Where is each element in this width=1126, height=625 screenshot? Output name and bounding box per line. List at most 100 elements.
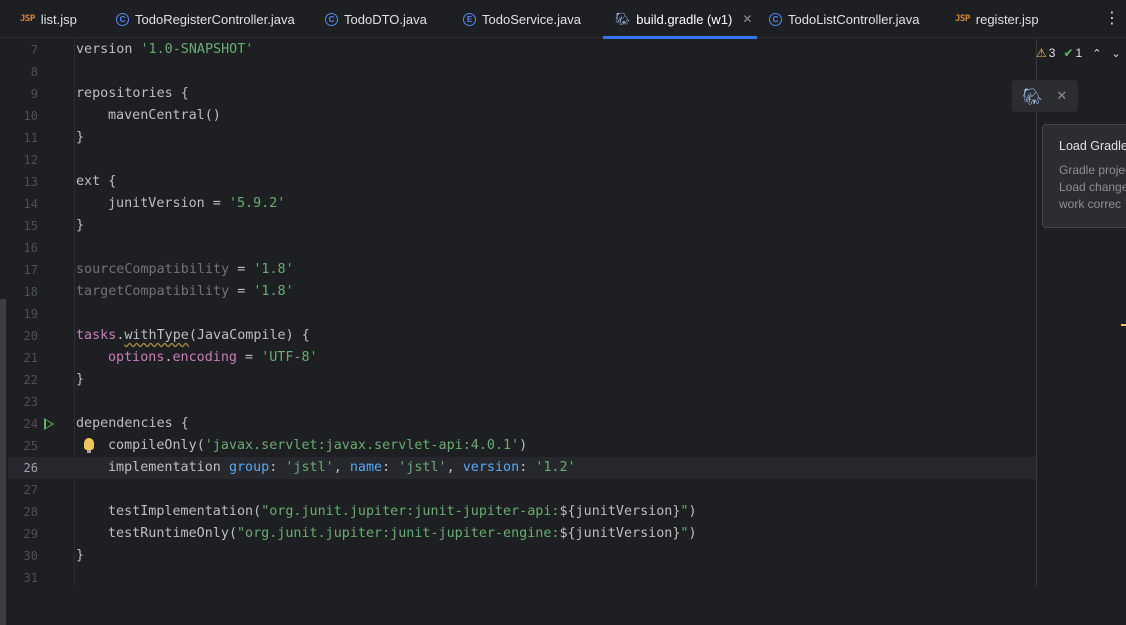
- gradle-reload-icon[interactable]: 🐘︎: [1022, 87, 1042, 106]
- tooltip-line: Gradle projec: [1059, 163, 1126, 177]
- code-line[interactable]: tasks.withType(JavaCompile) {: [76, 325, 310, 347]
- code-line[interactable]: mavenCentral(): [108, 105, 221, 127]
- warning-count: 3: [1048, 46, 1056, 60]
- code-token: options: [108, 350, 165, 365]
- code-token: tasks: [76, 328, 117, 343]
- code-line[interactable]: testRuntimeOnly("org.junit.jupiter:junit…: [108, 523, 697, 545]
- tooltip-title: Load Gradle: [1059, 139, 1126, 153]
- code-token: dependencies {: [76, 416, 189, 431]
- code-token: ): [688, 504, 697, 519]
- code-token: =: [229, 284, 254, 299]
- inspection-widget[interactable]: ⚠ 3 ✔ 1 ⌃ ⌄: [1036, 44, 1121, 62]
- code-token: (: [253, 504, 262, 519]
- code-token: (: [196, 438, 205, 453]
- more-tabs-icon[interactable]: ⋮: [1104, 8, 1120, 27]
- code-line[interactable]: }: [76, 127, 84, 149]
- code-line[interactable]: sourceCompatibility = '1.8': [76, 259, 294, 281]
- code-line[interactable]: compileOnly('javax.servlet:javax.servlet…: [108, 435, 527, 457]
- code-token: (JavaCompile) {: [188, 328, 310, 343]
- code-token: }: [76, 130, 85, 145]
- run-icon[interactable]: [44, 418, 54, 430]
- code-token: 'jstl': [285, 460, 334, 475]
- line-number[interactable]: 7: [0, 39, 38, 61]
- line-number[interactable]: 14: [0, 193, 38, 215]
- code-line[interactable]: }: [76, 215, 84, 237]
- code-token: =: [237, 350, 262, 365]
- code-token: }: [76, 548, 85, 563]
- line-number[interactable]: 29: [0, 523, 38, 545]
- code-line[interactable]: dependencies {: [76, 413, 189, 435]
- code-token: mavenCentral(): [108, 108, 221, 123]
- tab-build-gradle[interactable]: 🐘︎ build.gradle (w1) ✕: [603, 0, 757, 39]
- jsp-file-icon: JSP: [955, 14, 970, 24]
- code-line[interactable]: ext {: [76, 171, 116, 193]
- line-number[interactable]: 22: [0, 369, 38, 391]
- line-number[interactable]: 16: [0, 237, 38, 259]
- tab-todo-service[interactable]: E TodoService.java: [463, 0, 581, 38]
- code-token: ,: [333, 460, 350, 475]
- code-line[interactable]: implementation group: 'jstl', name: 'jst…: [108, 457, 576, 479]
- line-number[interactable]: 17: [0, 259, 38, 281]
- code-token: }: [76, 372, 85, 387]
- code-line[interactable]: junitVersion = '5.9.2': [108, 193, 285, 215]
- code-token: group: [228, 460, 270, 475]
- line-number[interactable]: 21: [0, 347, 38, 369]
- line-number[interactable]: 11: [0, 127, 38, 149]
- lightbulb-icon[interactable]: [84, 438, 94, 453]
- code-token: ${junitVersion}: [559, 526, 681, 541]
- code-line[interactable]: testImplementation("org.junit.jupiter:ju…: [108, 501, 697, 523]
- code-token: ): [688, 526, 697, 541]
- code-token: 'jstl': [398, 460, 447, 475]
- code-token: repositories {: [76, 86, 189, 101]
- jsp-file-icon: JSP: [20, 14, 35, 24]
- line-number[interactable]: 28: [0, 501, 38, 523]
- code-token: '1.8': [253, 284, 294, 299]
- close-tab-icon[interactable]: ✕: [742, 12, 752, 26]
- line-number[interactable]: 9: [0, 83, 38, 105]
- line-number[interactable]: 27: [0, 479, 38, 501]
- line-number[interactable]: 24: [0, 413, 38, 435]
- tab-label: TodoDTO.java: [344, 11, 427, 27]
- tab-todo-list-controller[interactable]: C TodoListController.java: [769, 0, 920, 38]
- line-number[interactable]: 25: [0, 435, 38, 457]
- tab-list-jsp[interactable]: JSP list.jsp: [20, 0, 77, 38]
- chevron-down-icon[interactable]: ⌄: [1111, 47, 1120, 60]
- line-number[interactable]: 23: [0, 391, 38, 413]
- close-icon[interactable]: ✕: [1056, 89, 1067, 104]
- class-icon: C: [325, 12, 338, 26]
- line-number[interactable]: 19: [0, 303, 38, 325]
- code-line[interactable]: options.encoding = 'UTF-8': [108, 347, 318, 369]
- tab-todo-dto[interactable]: C TodoDTO.java: [325, 0, 427, 38]
- line-number[interactable]: 30: [0, 545, 38, 567]
- scrollbar-warning-marker[interactable]: [1121, 324, 1126, 326]
- line-number[interactable]: 15: [0, 215, 38, 237]
- code-line[interactable]: repositories {: [76, 83, 189, 105]
- weak-warning-count: 1: [1075, 46, 1083, 60]
- right-margin-panel: [1036, 39, 1126, 586]
- class-icon: C: [116, 12, 129, 26]
- line-number[interactable]: 26: [0, 457, 38, 479]
- chevron-up-icon[interactable]: ⌃: [1092, 47, 1101, 60]
- line-number[interactable]: 13: [0, 171, 38, 193]
- tooltip-body: Gradle projec Load change work correc: [1059, 162, 1126, 213]
- code-token: 'javax.servlet:javax.servlet-api:4.0.1': [204, 438, 520, 453]
- code-line[interactable]: }: [76, 369, 84, 391]
- code-token: name: [349, 460, 383, 475]
- code-token: version: [76, 42, 133, 57]
- code-line[interactable]: version '1.0-SNAPSHOT': [76, 39, 253, 61]
- line-number[interactable]: 8: [0, 61, 38, 83]
- code-token: '1.8': [253, 262, 294, 277]
- code-token: junitVersion =: [108, 196, 229, 211]
- line-number[interactable]: 18: [0, 281, 38, 303]
- line-number[interactable]: 12: [0, 149, 38, 171]
- tab-register-jsp[interactable]: JSP register.jsp: [955, 0, 1039, 38]
- code-token: targetCompatibility: [76, 284, 230, 299]
- line-number[interactable]: 20: [0, 325, 38, 347]
- check-icon: ✔: [1063, 46, 1074, 60]
- code-line[interactable]: }: [76, 545, 84, 567]
- tab-label: build.gradle (w1): [636, 11, 733, 27]
- tab-todo-register-controller[interactable]: C TodoRegisterController.java: [116, 0, 295, 38]
- line-number[interactable]: 10: [0, 105, 38, 127]
- code-token: sourceCompatibility: [76, 262, 230, 277]
- code-line[interactable]: targetCompatibility = '1.8': [76, 281, 294, 303]
